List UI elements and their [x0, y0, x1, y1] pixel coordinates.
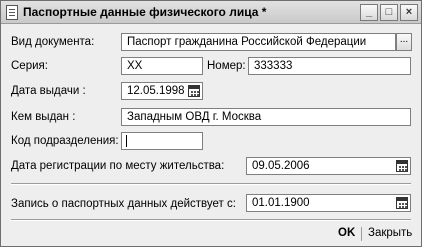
- valid-from-label: Запись о паспортных данных действует с:: [11, 198, 236, 210]
- document-icon: [6, 5, 18, 20]
- calendar-icon[interactable]: [188, 85, 200, 97]
- window-title: Паспортные данные физического лица *: [23, 5, 267, 19]
- title-bar: Паспортные данные физического лица * _ □…: [1, 1, 421, 24]
- division-code-label: Код подразделения:: [11, 135, 119, 147]
- valid-from-field[interactable]: 01.01.1900: [246, 194, 411, 212]
- close-button[interactable]: ×: [400, 4, 418, 21]
- issued-by-field[interactable]: Западным ОВД г. Москва: [121, 108, 411, 126]
- footer-separator: [11, 219, 411, 221]
- dialog-window: Паспортные данные физического лица * _ □…: [0, 0, 422, 247]
- maximize-button[interactable]: □: [380, 4, 398, 21]
- number-field[interactable]: 333333: [248, 57, 411, 75]
- doc-type-field[interactable]: Паспорт гражданина Российской Федерации: [121, 33, 396, 51]
- doc-type-select-button[interactable]: ...: [396, 33, 412, 51]
- separator: [11, 183, 411, 185]
- calendar-icon[interactable]: [396, 197, 408, 209]
- registration-date-label: Дата регистрации по месту жительства:: [11, 160, 225, 172]
- issued-by-label: Кем выдан :: [11, 111, 76, 123]
- number-label: Номер:: [207, 60, 246, 72]
- issue-date-label: Дата выдачи :: [11, 85, 86, 97]
- text-cursor: [126, 135, 127, 147]
- registration-date-field[interactable]: 09.05.2006: [246, 157, 411, 175]
- ok-button[interactable]: OK: [338, 227, 355, 239]
- close-dialog-button[interactable]: Закрыть: [368, 227, 412, 239]
- doc-type-label: Вид документа:: [11, 36, 95, 48]
- minimize-button[interactable]: _: [360, 4, 378, 21]
- division-code-field[interactable]: [121, 132, 203, 150]
- footer-divider: [361, 227, 362, 241]
- series-label: Серия:: [11, 60, 48, 72]
- series-field[interactable]: ХХ: [121, 57, 203, 75]
- calendar-icon[interactable]: [396, 160, 408, 172]
